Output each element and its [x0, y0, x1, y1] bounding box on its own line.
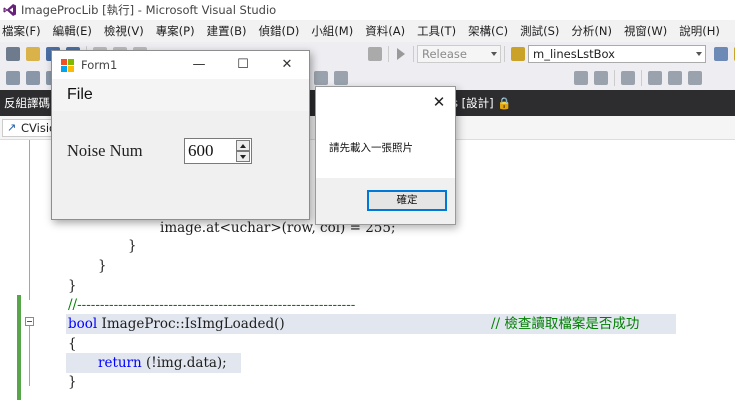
- menu-architecture[interactable]: 架構(C): [462, 20, 514, 42]
- form1-menu-strip: File: [52, 79, 309, 111]
- find-in-files-icon[interactable]: [511, 47, 525, 61]
- outline-line: [29, 326, 30, 386]
- center-horizontally-icon[interactable]: [314, 71, 328, 85]
- toolbar-separator: [641, 70, 642, 86]
- form1-title: Form1: [81, 58, 118, 72]
- noise-num-label: Noise Num: [67, 141, 143, 160]
- bring-to-front-icon[interactable]: [574, 71, 588, 85]
- find-target-select[interactable]: m_linesLstBox: [528, 45, 706, 63]
- code-separator: //--------------------------------------…: [68, 297, 356, 313]
- message-text: 請先載入一張照片: [329, 142, 413, 154]
- spin-down-icon[interactable]: [236, 151, 250, 162]
- message-box: ✕ 請先載入一張照片 確定: [315, 86, 456, 225]
- form1-window: Form1 — ☐ ✕ File Noise Num: [51, 50, 310, 220]
- menu-window[interactable]: 視窗(W): [618, 20, 673, 42]
- window-title: ImageProcLib [執行] - Microsoft Visual Stu…: [21, 3, 277, 17]
- menu-help[interactable]: 說明(H): [673, 20, 726, 42]
- align-center-icon[interactable]: [26, 71, 40, 85]
- close-icon[interactable]: ✕: [426, 91, 452, 113]
- code-line: }: [68, 278, 77, 294]
- code-line: }: [128, 238, 137, 254]
- arrow-icon: ↗: [7, 121, 17, 134]
- minimize-icon[interactable]: —: [177, 51, 221, 79]
- tab-order-icon[interactable]: [621, 71, 635, 85]
- menu-analyze[interactable]: 分析(N): [565, 20, 618, 42]
- solution-explorer-icon[interactable]: [714, 47, 728, 61]
- menu-team[interactable]: 小組(M): [305, 20, 359, 42]
- spin-up-icon[interactable]: [236, 140, 250, 151]
- change-indicator: [17, 295, 21, 400]
- maximize-icon[interactable]: ☐: [221, 51, 265, 79]
- visual-studio-logo-icon: [3, 3, 17, 17]
- menu-test[interactable]: 測試(S): [514, 20, 565, 42]
- code-line: }: [68, 374, 77, 390]
- vs-title-bar: ImageProcLib [執行] - Microsoft Visual Stu…: [0, 0, 735, 20]
- code-line-return: return (!img.data);: [66, 353, 241, 373]
- form-icon: [61, 59, 74, 72]
- more-tools-icon[interactable]: [688, 71, 702, 85]
- lock-icon: 🔒: [497, 96, 512, 110]
- menu-project[interactable]: 專案(P): [150, 20, 201, 42]
- new-project-icon[interactable]: [6, 47, 20, 61]
- chevron-down-icon: [491, 52, 497, 56]
- menu-view[interactable]: 檢視(V): [98, 20, 150, 42]
- chevron-down-icon: [696, 52, 702, 56]
- noise-num-input[interactable]: [188, 141, 234, 161]
- send-to-back-icon[interactable]: [594, 71, 608, 85]
- menu-tools[interactable]: 工具(T): [411, 20, 462, 42]
- vertical-spacing-icon[interactable]: [668, 71, 682, 85]
- toolbar-separator: [504, 46, 505, 62]
- open-file-icon[interactable]: [26, 47, 40, 61]
- code-line-function: bool ImageProc::IsImgLoaded()// 檢查讀取檔案是否…: [66, 314, 676, 334]
- find-icon[interactable]: [368, 47, 382, 61]
- toolbar-separator: [388, 46, 389, 62]
- disassembly-panel-title[interactable]: 反組譯碼: [4, 95, 50, 111]
- collapse-toggle[interactable]: [25, 317, 34, 326]
- menu-file[interactable]: 檔案(F): [0, 20, 47, 42]
- toolbar-separator: [614, 70, 615, 86]
- align-left-icon[interactable]: [6, 71, 20, 85]
- form1-title-bar[interactable]: Form1 — ☐ ✕: [52, 51, 309, 79]
- menu-build[interactable]: 建置(B): [201, 20, 253, 42]
- horizontal-spacing-icon[interactable]: [648, 71, 662, 85]
- toolbar-separator: [413, 46, 414, 62]
- start-debugging-icon[interactable]: [397, 48, 405, 60]
- menu-data[interactable]: 資料(A): [359, 20, 411, 42]
- code-line: {: [68, 336, 77, 352]
- outline-line: [29, 140, 30, 300]
- noise-num-stepper[interactable]: [184, 138, 252, 164]
- tab-form-designer[interactable]: s [設計] 🔒: [452, 95, 512, 111]
- form1-file-menu[interactable]: File: [67, 86, 93, 104]
- solution-config-select[interactable]: Release: [417, 45, 501, 63]
- menu-edit[interactable]: 編輯(E): [47, 20, 98, 42]
- center-vertically-icon[interactable]: [334, 71, 348, 85]
- message-box-footer: 確定: [316, 178, 455, 224]
- menu-bar: 檔案(F) 編輯(E) 檢視(V) 專案(P) 建置(B) 偵錯(D) 小組(M…: [0, 20, 735, 42]
- menu-debug[interactable]: 偵錯(D): [252, 20, 305, 42]
- code-line: }: [98, 258, 107, 274]
- close-icon[interactable]: ✕: [265, 51, 309, 79]
- ok-button[interactable]: 確定: [367, 190, 447, 211]
